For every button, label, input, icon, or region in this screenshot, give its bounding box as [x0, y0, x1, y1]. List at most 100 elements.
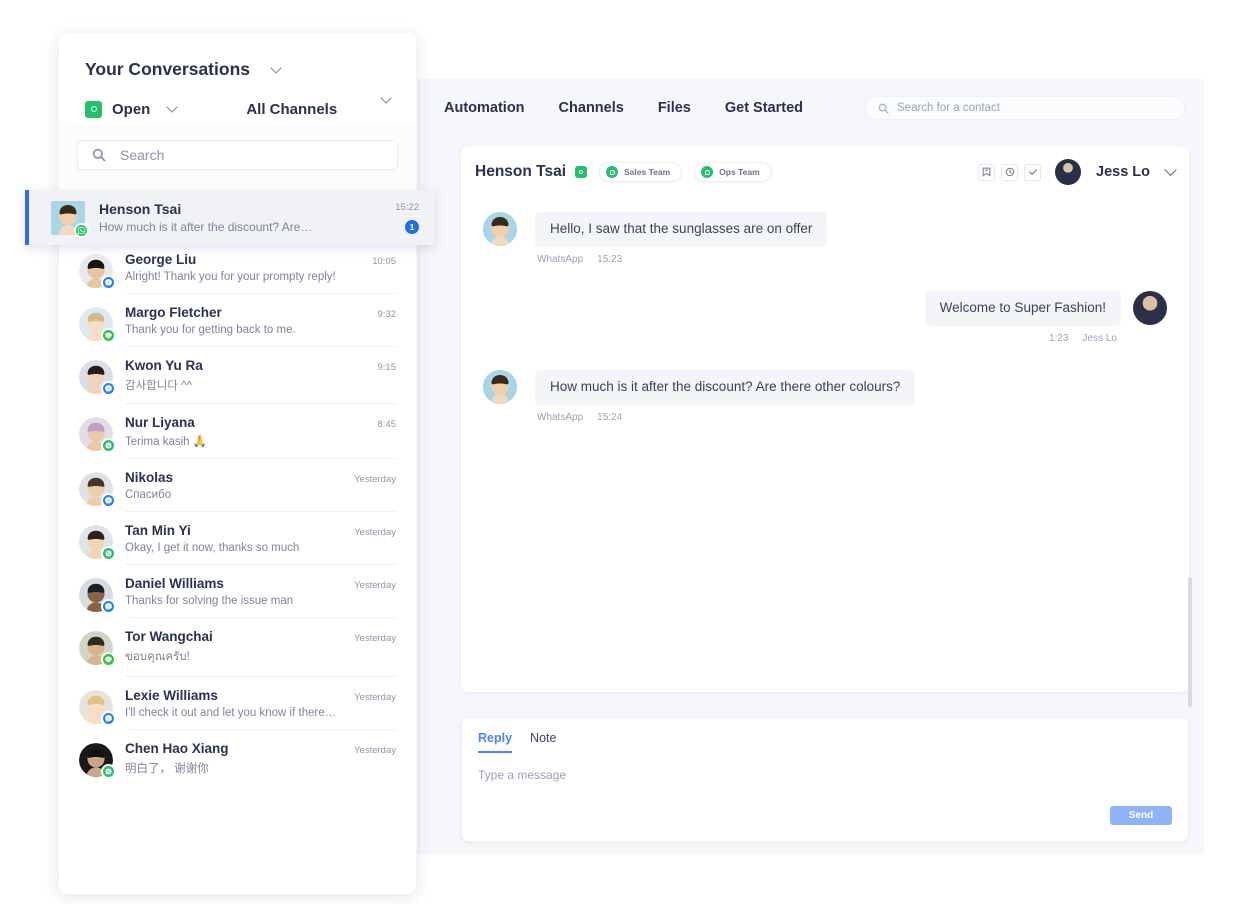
conversation-name: Nur Liyana [125, 415, 195, 430]
chevron-down-icon-status[interactable] [167, 101, 178, 112]
conversation-preview: Спасибо [125, 489, 337, 501]
conversation-search-wrap: Search [59, 124, 416, 184]
whatsapp-icon [606, 166, 618, 178]
message-incoming: How much is it after the discount? Are t… [483, 370, 1167, 423]
contact-search-placeholder: Search for a contact [897, 102, 1000, 114]
composer-tabs: Reply Note [478, 731, 1172, 753]
conversation-item[interactable]: Daniel WilliamsYesterdayThanks for solvi… [59, 565, 416, 618]
avatar [79, 743, 113, 777]
conversation-time: Yesterday [346, 692, 396, 703]
conversation-item-selected[interactable]: Henson Tsai How much is it after the dis… [25, 190, 435, 245]
conversation-preview: Thanks for solving the issue man [125, 595, 337, 607]
conversation-item[interactable]: Nur Liyana8:45Terima kasih 🙏 [59, 404, 416, 459]
message-time: 15:23 [597, 254, 622, 265]
agent-name: Jess Lo [1096, 164, 1150, 180]
conversation-time: 10:05 [364, 256, 396, 267]
whatsapp-badge-icon [74, 223, 89, 238]
conversation-name: Margo Fletcher [125, 305, 222, 320]
check-icon[interactable] [1024, 164, 1041, 181]
message-bubble: Hello, I saw that the sunglasses are on … [535, 212, 827, 247]
tag-label: Sales Team [624, 167, 670, 177]
conversation-item[interactable]: NikolasYesterday Спасибо [59, 459, 416, 512]
conversation-top-row: George Liu 10:05 [125, 252, 396, 267]
chevron-down-icon-channel[interactable] [380, 92, 391, 103]
chat-card: Henson Tsai Sales Team Ops Team Jess Lo [461, 146, 1189, 692]
conversation-preview: ขอบคุณครับ! [125, 648, 337, 666]
conversations-header: Your Conversations Open All Channels [59, 33, 416, 124]
conversation-item[interactable]: George Liu 10:05 Alright! Thank you for yo… [59, 241, 416, 294]
conversation-preview: Alright! Thank you for your prompty repl… [125, 271, 337, 283]
conversation-body: Daniel WilliamsYesterdayThanks for solvi… [125, 576, 396, 618]
message-meta: WhatsApp15:23 [535, 254, 827, 265]
conversation-top-row: Lexie Williams Yesterday [125, 688, 396, 703]
message-list: Hello, I saw that the sunglasses are on … [461, 198, 1189, 642]
whatsapp-channel-icon [575, 166, 587, 178]
composer-tab-note[interactable]: Note [530, 731, 556, 753]
message-input[interactable]: Type a message [478, 768, 1172, 782]
conversation-name: Tan Min Yi [125, 523, 191, 538]
message-outgoing: Welcome to Super Fashion!1:23Jess Lo [483, 291, 1167, 344]
nav-automation[interactable]: Automation [427, 94, 542, 122]
chat-tags: Sales Team Ops Team [587, 162, 772, 182]
messenger-badge-icon [101, 711, 116, 726]
avatar [79, 631, 113, 665]
tag-label: Ops Team [719, 167, 759, 177]
conversation-item[interactable]: Lexie WilliamsYesterdayI'll check it out… [59, 677, 416, 730]
conversation-search-input[interactable]: Search [77, 140, 398, 170]
line-badge-icon [101, 328, 116, 343]
conversation-item[interactable]: Margo Fletcher9:32Thank you for getting … [59, 294, 416, 347]
main-app-panel: AutomationChannelsFilesGet Started Searc… [418, 79, 1204, 854]
tag-ops-team[interactable]: Ops Team [694, 162, 771, 182]
avatar [79, 417, 113, 451]
conversation-time: 15:22 [395, 202, 419, 213]
conversation-selected-body: Henson Tsai How much is it after the dis… [99, 201, 395, 234]
conversation-item[interactable]: Tan Min YiYesterdayOkay, I get it now, t… [59, 512, 416, 565]
bookmark-icon[interactable] [978, 164, 995, 181]
conversation-time: 8:45 [370, 419, 397, 430]
conversation-body: Nur Liyana8:45Terima kasih 🙏 [125, 415, 396, 459]
agent-avatar [1055, 159, 1081, 185]
conversation-name: Daniel Williams [125, 576, 224, 591]
message-composer: Reply Note Type a message Send [461, 717, 1189, 842]
conversation-search-placeholder: Search [120, 147, 164, 163]
conversation-body: Margo Fletcher9:32Thank you for getting … [125, 305, 396, 347]
conversation-top-row: NikolasYesterday [125, 470, 396, 485]
conversation-body: Tan Min YiYesterdayOkay, I get it now, t… [125, 523, 396, 565]
message-bubble: How much is it after the discount? Are t… [535, 370, 915, 405]
open-status-icon [85, 101, 102, 118]
conversation-top-row: Chen Hao Xiang Yesterday [125, 741, 396, 756]
clock-icon[interactable] [1001, 164, 1018, 181]
contact-search-box[interactable]: Search for a contact [865, 96, 1185, 120]
conversation-name: Chen Hao Xiang [125, 741, 229, 756]
conversations-title-row: Your Conversations [85, 59, 390, 80]
vertical-scrollbar[interactable] [1188, 577, 1192, 707]
search-icon [92, 148, 106, 162]
send-button[interactable]: Send [1110, 806, 1172, 825]
composer-tab-reply[interactable]: Reply [478, 731, 512, 753]
conversation-item[interactable]: Tor WangchaiYesterdayขอบคุณครับ! [59, 618, 416, 677]
nav-get-started[interactable]: Get Started [708, 94, 820, 122]
conversation-time: Yesterday [346, 745, 396, 756]
conversation-name: George Liu [125, 252, 196, 267]
chevron-down-icon[interactable] [1164, 163, 1177, 176]
nav-files[interactable]: Files [641, 94, 708, 122]
message-column: How much is it after the discount? Are t… [535, 370, 915, 423]
tag-sales-team[interactable]: Sales Team [599, 162, 682, 182]
channel-filter-label[interactable]: All Channels [246, 101, 337, 118]
whatsapp-icon [701, 166, 713, 178]
conversation-item[interactable]: Kwon Yu Ra9:15감사합니다 ^^ [59, 347, 416, 404]
conversation-item[interactable]: Chen Hao XiangYesterday明白了， 谢谢你 [59, 730, 416, 786]
avatar [79, 578, 113, 612]
conversation-preview: Okay, I get it now, thanks so much [125, 542, 337, 554]
nav-items: AutomationChannelsFilesGet Started [419, 94, 820, 122]
conversation-name: Lexie Williams [125, 688, 218, 703]
chat-contact-name: Henson Tsai [475, 163, 566, 181]
message-sender: Jess Lo [1083, 333, 1117, 344]
message-column: Welcome to Super Fashion!1:23Jess Lo [925, 291, 1121, 344]
nav-channels[interactable]: Channels [542, 94, 641, 122]
avatar [483, 212, 517, 246]
avatar [51, 201, 85, 235]
conversation-name: Kwon Yu Ra [125, 358, 203, 373]
chevron-down-icon-title[interactable] [270, 62, 281, 73]
status-filter-label[interactable]: Open [112, 101, 150, 118]
